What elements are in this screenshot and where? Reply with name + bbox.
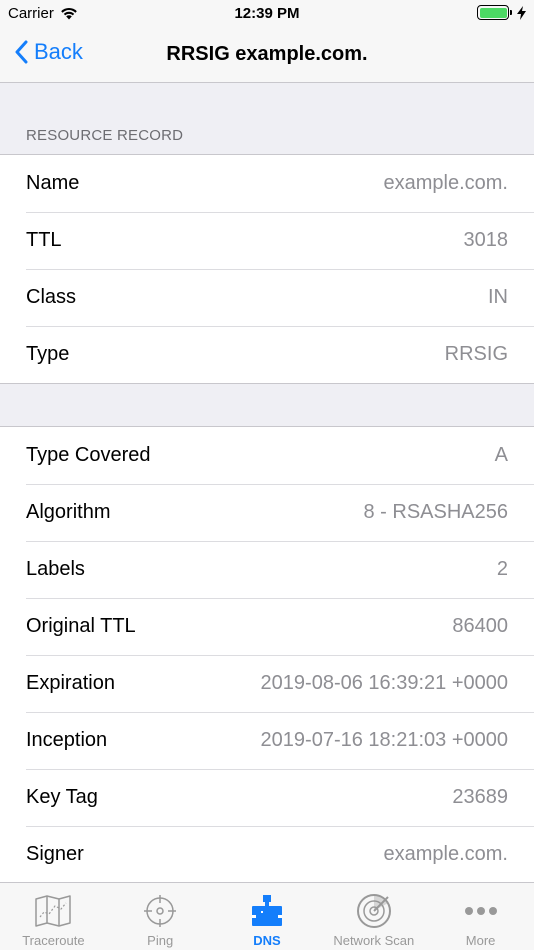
row-label: Original TTL <box>26 615 136 637</box>
tab-traceroute[interactable]: Traceroute <box>0 883 107 950</box>
table-row: Inception 2019-07-16 18:21:03 +0000 <box>0 712 534 769</box>
table-row: Signer example.com. <box>0 826 534 883</box>
row-value: 2019-07-16 18:21:03 +0000 <box>260 729 508 751</box>
tab-network-scan[interactable]: Network Scan <box>320 883 427 950</box>
row-value: A <box>494 444 508 466</box>
tab-label: Network Scan <box>333 933 415 948</box>
row-label: Name <box>26 172 80 194</box>
row-value: 3018 <box>463 229 509 251</box>
row-label: TTL <box>26 229 62 251</box>
battery-icon <box>477 5 512 20</box>
status-time: 12:39 PM <box>234 5 300 22</box>
tab-label: More <box>465 933 496 948</box>
map-icon <box>35 895 72 927</box>
row-value: 8 - RSASHA256 <box>363 501 508 523</box>
row-value: RRSIG <box>444 343 508 365</box>
table-row: Type Covered A <box>0 427 534 484</box>
table-row: Original TTL 86400 <box>0 598 534 655</box>
row-label: Key Tag <box>26 786 98 808</box>
page-title: RRSIG example.com. <box>166 43 368 65</box>
resource-record-table: Name example.com. TTL 3018 Class IN Type… <box>0 154 534 384</box>
row-label: Expiration <box>26 672 115 694</box>
row-value: example.com. <box>383 172 509 194</box>
table-row: Labels 2 <box>0 541 534 598</box>
row-value: 2019-08-06 16:39:21 +0000 <box>260 672 508 694</box>
section-header-resource-record: RESOURCE RECORD <box>26 127 184 144</box>
tab-bar: Traceroute Ping DNS Network Scan More <box>0 882 534 950</box>
tab-label: DNS <box>253 933 281 948</box>
table-row: TTL 3018 <box>0 212 534 269</box>
table-row: Type RRSIG <box>0 326 534 383</box>
navigation-bar: Back RRSIG example.com. <box>0 28 534 83</box>
radar-icon <box>356 894 391 928</box>
dns-icon <box>251 895 282 926</box>
row-value: 23689 <box>452 786 508 808</box>
tab-ping[interactable]: Ping <box>107 883 214 950</box>
table-row: Class IN <box>0 269 534 326</box>
tab-dns[interactable]: DNS <box>214 883 321 950</box>
table-row: Expiration 2019-08-06 16:39:21 +0000 <box>0 655 534 712</box>
table-row: Algorithm 8 - RSASHA256 <box>0 484 534 541</box>
more-dots-icon <box>464 907 497 915</box>
row-label: Type <box>26 343 70 365</box>
table-row: Name example.com. <box>0 155 534 212</box>
row-value: 2 <box>496 558 508 580</box>
row-value: IN <box>488 286 508 308</box>
row-label: Class <box>26 286 77 308</box>
status-bar: Carrier 12:39 PM <box>0 0 534 28</box>
row-label: Labels <box>26 558 85 580</box>
tab-label: Ping <box>147 933 174 948</box>
crosshair-icon <box>144 895 177 927</box>
row-label: Inception <box>26 729 108 751</box>
row-label: Algorithm <box>26 501 111 523</box>
row-label: Signer <box>26 843 84 865</box>
tab-more[interactable]: More <box>427 883 534 950</box>
row-value: example.com. <box>383 843 509 865</box>
rrsig-details-table: Type Covered A Algorithm 8 - RSASHA256 L… <box>0 426 534 884</box>
row-label: Type Covered <box>26 444 151 466</box>
table-row: Key Tag 23689 <box>0 769 534 826</box>
charging-bolt-icon <box>517 5 526 20</box>
row-value: 86400 <box>452 615 508 637</box>
tab-label: Traceroute <box>22 933 85 948</box>
